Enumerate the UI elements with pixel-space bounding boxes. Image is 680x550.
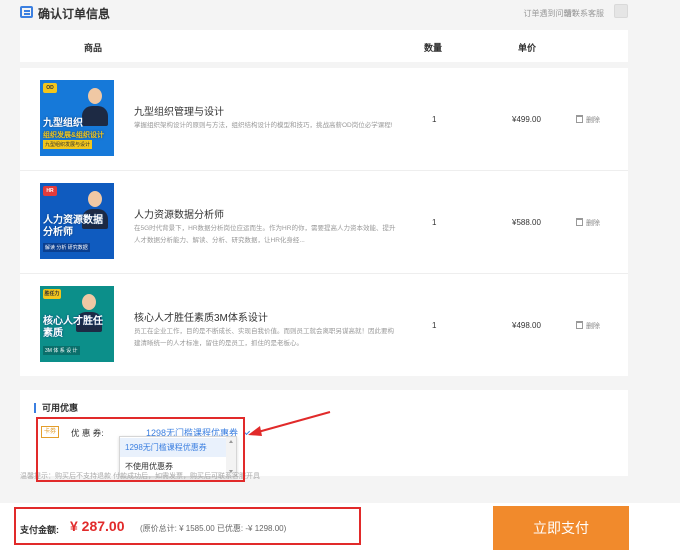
thumb-title-line: 核心人才胜任: [43, 316, 103, 327]
payment-amount: ¥ 287.00: [70, 518, 125, 534]
column-price: 单价: [518, 43, 537, 53]
thumb-subtitle: 解读 分析 研究数据: [43, 243, 90, 252]
thumb-title-line: 分析师: [43, 227, 73, 238]
column-quantity: 数量: [424, 43, 443, 53]
trash-icon: [576, 115, 583, 123]
delete-button[interactable]: 删除: [576, 115, 600, 125]
product-name[interactable]: 核心人才胜任素质3M体系设计: [134, 309, 268, 324]
order-item: 胜任力 核心人才胜任 素质 3M 体 系 设 计 核心人才胜任素质3M体系设计 …: [20, 274, 628, 377]
product-price: ¥498.00: [512, 321, 541, 330]
pay-now-button[interactable]: 立即支付: [493, 506, 629, 550]
product-thumbnail[interactable]: OD 九型组织 组织发展&组织设计 九型组织发展与设计: [40, 80, 114, 156]
page-title: 确认订单信息: [38, 7, 111, 21]
payment-detail: (原价总计: ¥ 1585.00 已优惠: -¥ 1298.00): [140, 524, 287, 533]
thumb-title-line: 人力资源数据: [43, 215, 103, 226]
table-header: 商品 数量 单价: [20, 30, 628, 62]
product-description: 在5G时代背景下，HR数据分析岗位应运而生。作为HR的你，需要提高人力资本效能、…: [134, 225, 396, 244]
annotation-arrow-icon: [248, 411, 331, 436]
thumb-subtitle: 九型组织发展与设计: [43, 140, 93, 149]
thumb-title: 核心人才胜任 素质: [43, 316, 103, 340]
delete-label: 删除: [586, 323, 600, 330]
annotation-highlight-box: [36, 417, 245, 482]
product-thumbnail[interactable]: HR 人力资源数据 分析师 解读 分析 研究数据: [40, 183, 114, 259]
order-item: HR 人力资源数据 分析师 解读 分析 研究数据 人力资源数据分析师 在5G时代…: [20, 171, 628, 274]
product-thumbnail[interactable]: 胜任力 核心人才胜任 素质 3M 体 系 设 计: [40, 286, 114, 362]
product-name[interactable]: 人力资源数据分析师: [134, 206, 224, 221]
delete-button[interactable]: 删除: [576, 321, 600, 331]
contact-support-link[interactable]: 请联系客服: [564, 8, 604, 19]
thumb-badge: 胜任力: [43, 289, 61, 299]
thumb-title: 九型组织 组织发展&组织设计: [43, 118, 104, 142]
product-description: 员工在企业工作，目的是不断成长、实现自我价值。而则员工就会离职另谋高就！因此要构…: [134, 328, 394, 347]
thumb-title-line: 素质: [43, 328, 63, 339]
product-name[interactable]: 九型组织管理与设计: [134, 103, 224, 118]
thumb-title-line: 九型组织: [43, 118, 83, 129]
order-item: OD 九型组织 组织发展&组织设计 九型组织发展与设计 九型组织管理与设计 掌握…: [20, 68, 628, 171]
product-price: ¥588.00: [512, 218, 541, 227]
product-quantity: 1: [432, 218, 437, 227]
product-description: 掌握组织架构设计的原则与方法，组织结构设计的模型和技巧，挑战高薪OD岗位必学课程…: [134, 122, 393, 129]
thumb-badge: OD: [43, 83, 57, 93]
delete-button[interactable]: 删除: [576, 218, 600, 228]
product-price: ¥499.00: [512, 115, 541, 124]
product-quantity: 1: [432, 321, 437, 330]
page-header: 确认订单信息 订单遇到问题? 请联系客服: [0, 0, 680, 28]
payment-label: 支付金额:: [20, 525, 59, 535]
thumb-title: 人力资源数据 分析师: [43, 215, 103, 239]
trash-icon: [576, 218, 583, 226]
coupon-heading: 可用优惠: [34, 403, 78, 413]
order-items-list: OD 九型组织 组织发展&组织设计 九型组织发展与设计 九型组织管理与设计 掌握…: [20, 68, 628, 376]
product-quantity: 1: [432, 115, 437, 124]
delete-label: 删除: [586, 117, 600, 124]
trash-icon: [576, 321, 583, 329]
customer-service-icon[interactable]: [614, 4, 628, 18]
thumb-subtitle: 3M 体 系 设 计: [43, 346, 80, 355]
delete-label: 删除: [586, 220, 600, 227]
column-product: 商品: [84, 43, 103, 53]
order-info-icon: [20, 6, 33, 18]
thumb-badge: HR: [43, 186, 57, 196]
